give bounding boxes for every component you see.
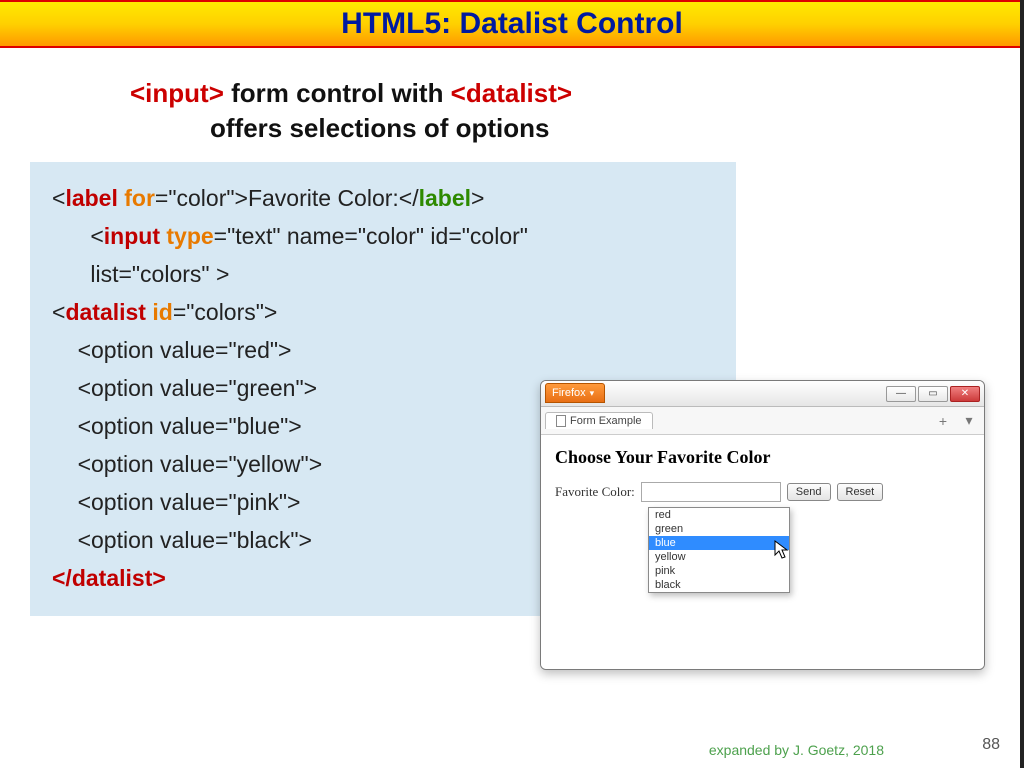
subtitle-input-tag: <input> [130,78,224,108]
slide-title: HTML5: Datalist Control [341,7,683,41]
demo-titlebar: Firefox ▾ — ▭ ✕ [541,381,984,407]
code-line-3: list="colors" > [52,256,714,294]
datalist-option[interactable]: red [649,508,789,522]
close-button[interactable]: ✕ [950,386,980,402]
datalist-option[interactable]: black [649,578,789,592]
reset-button[interactable]: Reset [837,483,884,501]
footer-credit: expanded by J. Goetz, 2018 [709,742,884,758]
code-line-5: <option value="red"> [52,332,532,370]
code-line-9: <option value="pink"> [52,484,532,522]
demo-form-row: Favorite Color: Send Reset [555,482,970,502]
subtitle-datalist-tag: <datalist> [451,78,572,108]
subtitle-mid: form control with [224,78,451,108]
chevron-down-icon: ▾ [590,388,595,399]
right-edge-decoration [1020,0,1024,768]
firefox-label: Firefox [552,387,586,399]
demo-window: Firefox ▾ — ▭ ✕ Form Example + ▾ Choose … [540,380,985,670]
firefox-menu-button[interactable]: Firefox ▾ [545,383,605,403]
datalist-option-selected[interactable]: blue [649,536,789,550]
datalist-option[interactable]: green [649,522,789,536]
tab-title: Form Example [570,415,642,427]
page-number: 88 [982,736,1000,754]
slide-title-bar: HTML5: Datalist Control [0,0,1024,48]
code-line-8: <option value="yellow"> [52,446,532,484]
demo-heading: Choose Your Favorite Color [555,447,970,468]
code-line-1: <label for="color">Favorite Color:</labe… [52,180,714,218]
cursor-icon [774,540,790,560]
code-line-10: <option value="black"> [52,522,532,560]
code-line-7: <option value="blue"> [52,408,532,446]
datalist-option[interactable]: yellow [649,550,789,564]
subtitle-line2: offers selections of options [210,111,1024,146]
tab-dropdown-button[interactable]: ▾ [958,412,980,429]
window-controls: — ▭ ✕ [886,381,984,406]
document-icon [556,415,566,427]
new-tab-button[interactable]: + [932,413,954,429]
code-line-6: <option value="green"> [52,370,532,408]
send-button[interactable]: Send [787,483,831,501]
browser-tab[interactable]: Form Example [545,412,653,429]
slide-subtitle: <input> form control with <datalist> off… [130,76,1024,146]
datalist-option[interactable]: pink [649,564,789,578]
minimize-button[interactable]: — [886,386,916,402]
datalist-dropdown: red green blue yellow pink black [648,507,790,593]
demo-label: Favorite Color: [555,484,635,500]
maximize-button[interactable]: ▭ [918,386,948,402]
tab-strip: Form Example + ▾ [541,407,984,435]
code-line-2: <input type="text" name="color" id="colo… [52,218,714,256]
color-input[interactable] [641,482,781,502]
code-line-4: <datalist id="colors"> [52,294,714,332]
demo-body: Choose Your Favorite Color Favorite Colo… [541,435,984,669]
